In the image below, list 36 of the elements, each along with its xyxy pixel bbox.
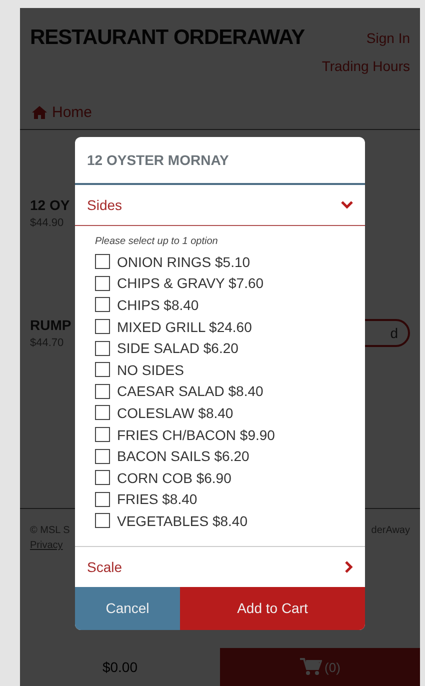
checkbox[interactable] <box>95 276 110 291</box>
checkbox[interactable] <box>95 405 110 420</box>
option-label[interactable]: COLESLAW $8.40 <box>117 404 234 421</box>
checkbox[interactable] <box>95 492 110 507</box>
checkbox[interactable] <box>95 448 110 464</box>
option-label[interactable]: NO SIDES <box>117 362 184 378</box>
menu-item-name: RUMP <box>30 317 72 333</box>
checkbox[interactable] <box>95 340 110 356</box>
option-label[interactable]: BACON SAILS $6.20 <box>117 448 250 464</box>
option-label[interactable]: FRIES CH/BACON $9.90 <box>117 426 275 443</box>
cancel-button[interactable]: Cancel <box>75 586 180 630</box>
chevron-down-icon <box>341 201 353 209</box>
option-label[interactable]: FRIES $8.40 <box>117 491 198 508</box>
section-header[interactable]: Sides <box>75 185 365 226</box>
checkbox[interactable] <box>95 297 110 312</box>
checkbox[interactable] <box>95 384 110 399</box>
option-label[interactable]: CHIPS & GRAVY $7.60 <box>117 275 264 292</box>
selection-hint: Please select up to 1 option <box>94 235 219 249</box>
option-label[interactable]: MIXED GRILL $24.60 <box>117 318 252 335</box>
add-to-cart-button[interactable]: Add to Cart <box>180 586 365 630</box>
checkbox[interactable] <box>95 513 110 528</box>
option-label[interactable]: VEGETABLES $8.40 <box>117 512 248 529</box>
dialog-title: 12 OYSTER MORNAY <box>75 137 365 185</box>
chevron-right-icon <box>345 560 353 573</box>
option-label[interactable]: SIDE SALAD $6.20 <box>117 340 238 356</box>
checkbox[interactable] <box>95 319 110 334</box>
checkbox[interactable] <box>95 470 110 486</box>
checkbox[interactable] <box>95 427 110 442</box>
option-label[interactable]: ONION RINGS $5.10 <box>117 254 250 270</box>
option-label[interactable]: CORN COB $6.90 <box>117 470 232 486</box>
checkbox[interactable] <box>95 254 110 270</box>
checkbox[interactable] <box>95 362 110 378</box>
option-label[interactable]: CHIPS $8.40 <box>117 296 199 313</box>
option-label[interactable]: CAESAR SALAD $8.40 <box>117 383 264 400</box>
menu-item-name: 12 OY <box>30 197 70 213</box>
restaurant-title: RESTAURANT ORDERAWAY <box>30 26 305 51</box>
